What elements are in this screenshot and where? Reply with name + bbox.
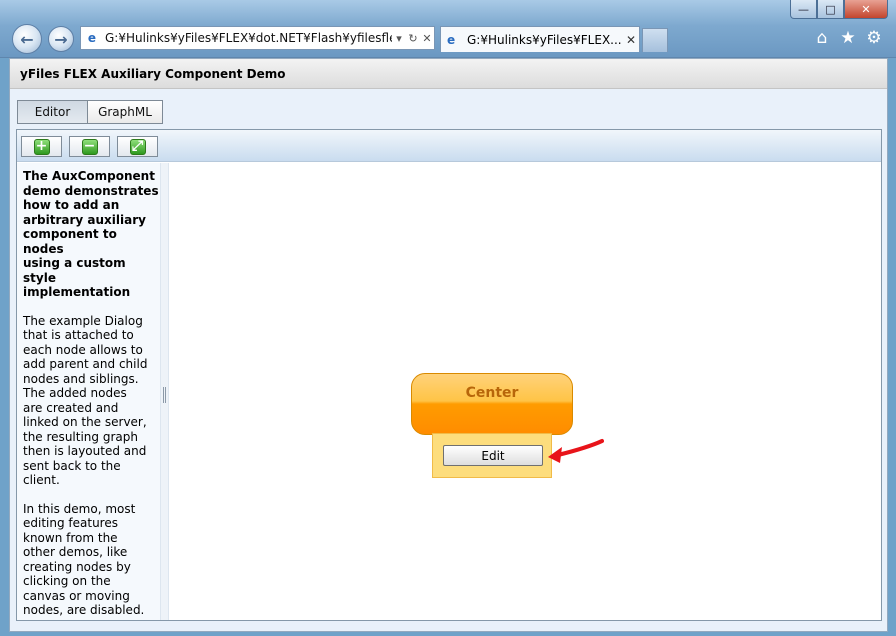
node-label: Center: [465, 385, 519, 401]
back-arrow-icon: ←: [20, 29, 34, 49]
tools-gear-icon[interactable]: ⚙: [864, 28, 884, 48]
stop-icon[interactable]: ✕: [420, 32, 434, 45]
tab-graphml[interactable]: GraphML: [88, 100, 163, 124]
ie-page-icon: e: [87, 31, 97, 45]
fit-content-button[interactable]: ⤢: [117, 136, 158, 157]
address-bar[interactable]: e G:¥Hulinks¥yFiles¥FLEX¥dot.NET¥Flash¥y…: [80, 26, 435, 50]
address-url[interactable]: G:¥Hulinks¥yFiles¥FLEX¥dot.NET¥Flash¥yfi…: [105, 31, 392, 45]
fit-content-icon: ⤢: [129, 138, 146, 155]
graph-node-center[interactable]: Center: [411, 373, 573, 435]
ie-tab-icon: e: [447, 32, 456, 47]
description-intro: The AuxComponent demo demonstrates how t…: [23, 169, 159, 299]
forward-arrow-icon: →: [54, 29, 68, 49]
window-controls: — □ ✕: [790, 0, 888, 19]
auxiliary-component: Edit: [432, 433, 552, 478]
refresh-icon[interactable]: ↻: [406, 32, 420, 45]
forward-button[interactable]: →: [48, 26, 74, 52]
zoom-out-button[interactable]: −: [69, 136, 110, 157]
tab-editor[interactable]: Editor: [17, 100, 88, 124]
plus-icon: +: [33, 138, 50, 155]
minus-icon: −: [81, 138, 98, 155]
browser-tab-active[interactable]: e G:¥Hulinks¥yFiles¥FLEX... ✕: [440, 26, 640, 52]
split-divider[interactable]: [160, 163, 169, 620]
close-window-button[interactable]: ✕: [844, 0, 888, 19]
minimize-button[interactable]: —: [790, 0, 817, 19]
tab-title: G:¥Hulinks¥yFiles¥FLEX...: [467, 32, 622, 47]
maximize-button[interactable]: □: [817, 0, 844, 19]
editor-panel: + − ⤢ The AuxComponent demo demonstrates…: [16, 129, 882, 621]
zoom-in-button[interactable]: +: [21, 136, 62, 157]
editor-toolbar: + − ⤢: [17, 130, 881, 162]
tab-close-icon[interactable]: ✕: [623, 33, 639, 47]
new-tab-button[interactable]: [642, 28, 668, 52]
description-paragraph: The example Dialog that is attached to e…: [23, 313, 148, 488]
home-icon[interactable]: ⌂: [812, 28, 832, 48]
app-title: yFiles FLEX Auxiliary Component Demo: [10, 59, 887, 89]
description-paragraph: In this demo, most editing features know…: [23, 501, 145, 618]
description-sidebar: The AuxComponent demo demonstrates how t…: [17, 163, 160, 620]
address-dropdown-icon[interactable]: ▾: [392, 32, 406, 45]
browser-chrome: — □ ✕ ← → e G:¥Hulinks¥yFiles¥FLEX¥dot.N…: [0, 0, 896, 58]
view-tab-bar: Editor GraphML: [17, 100, 163, 124]
graph-canvas[interactable]: Center Edit: [170, 163, 880, 620]
page-content: yFiles FLEX Auxiliary Component Demo Edi…: [9, 58, 888, 632]
back-button[interactable]: ←: [12, 24, 42, 54]
divider-grip-icon[interactable]: [163, 387, 166, 403]
edit-button[interactable]: Edit: [443, 445, 543, 466]
annotation-arrow-icon: [548, 439, 604, 463]
favorites-star-icon[interactable]: ★: [838, 28, 858, 48]
